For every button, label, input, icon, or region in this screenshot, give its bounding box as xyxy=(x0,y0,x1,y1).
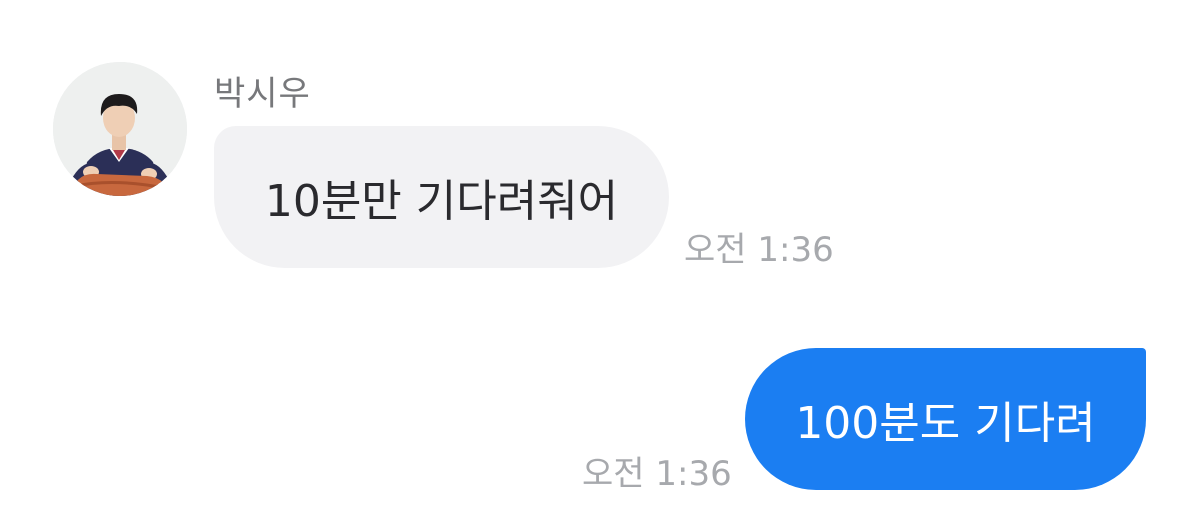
sender-avatar[interactable] xyxy=(53,62,187,196)
received-message-text: 10분만 기다려줘어 xyxy=(264,176,619,227)
sent-message-bubble[interactable]: 100분도 기다려 xyxy=(745,348,1146,490)
received-message-time: 오전 1:36 xyxy=(684,230,834,270)
received-message-bubble[interactable]: 10분만 기다려줘어 xyxy=(214,126,669,268)
sent-message-time: 오전 1:36 xyxy=(582,454,732,494)
sent-message-text: 100분도 기다려 xyxy=(795,398,1096,449)
avatar-photo-icon xyxy=(53,62,187,196)
sender-name: 박시우 xyxy=(214,74,311,114)
